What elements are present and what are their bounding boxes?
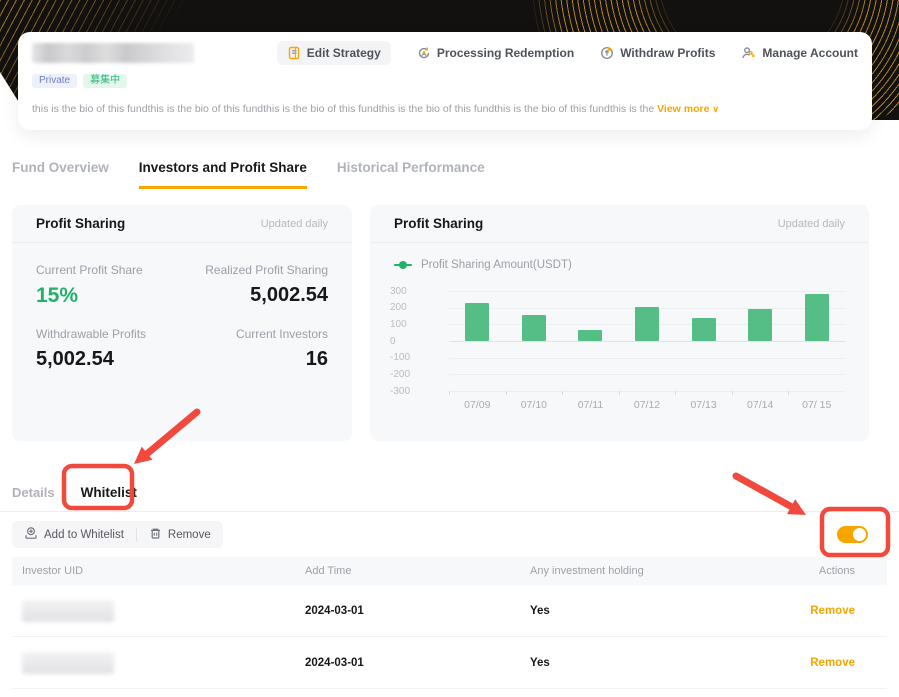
whitelist-visibility-toggle[interactable] xyxy=(837,526,868,543)
x-tick-label: 07/09 xyxy=(464,399,491,411)
investor-uid-redacted xyxy=(22,599,114,622)
processing-redemption-button[interactable]: Processing Redemption xyxy=(417,46,574,60)
add-to-whitelist-label: Add to Whitelist xyxy=(44,528,124,541)
toggle-knob xyxy=(853,528,866,541)
add-to-whitelist-icon xyxy=(24,526,38,543)
col-add-time: Add Time xyxy=(305,565,352,577)
recruiting-badge: 募集中 xyxy=(83,74,128,88)
x-tick-label: 07/11 xyxy=(577,399,604,411)
fund-badges: Private 募集中 xyxy=(32,74,858,88)
stat-realized-profit-sharing: Realized Profit Sharing 5,002.54 xyxy=(182,263,328,308)
bar-07-11 xyxy=(578,330,603,341)
y-tick-label: 200 xyxy=(390,302,407,314)
withdrawable-profits-value: 5,002.54 xyxy=(36,348,114,370)
fund-actions: Edit Strategy Processing Redemption With… xyxy=(276,41,858,65)
annotation-arrowhead-whitelist xyxy=(134,446,153,464)
manage-account-icon xyxy=(741,46,756,60)
profit-sharing-chart-card: Profit Sharing Updated daily Profit Shar… xyxy=(370,205,869,441)
view-more-link[interactable]: View more ∨ xyxy=(657,103,719,115)
edit-strategy-label: Edit Strategy xyxy=(306,46,381,60)
add-time-cell: 2024-03-01 xyxy=(305,656,364,669)
summary-card-title: Profit Sharing xyxy=(36,216,126,231)
bar-07-12 xyxy=(635,306,660,341)
toolbar-divider xyxy=(135,527,137,542)
withdraw-profits-button[interactable]: Withdraw Profits xyxy=(600,46,715,60)
remove-toolbar-label: Remove xyxy=(167,528,211,541)
tab-details[interactable]: Details xyxy=(12,485,55,500)
fund-header-card: Edit Strategy Processing Redemption With… xyxy=(18,32,872,130)
x-tick-label: 07/10 xyxy=(520,399,547,411)
whitelist-table: Investor UID Add Time Any investment hol… xyxy=(12,557,887,689)
chart-updated-label: Updated daily xyxy=(777,217,845,230)
fund-manager-page: Edit Strategy Processing Redemption With… xyxy=(0,0,899,697)
whitelist-tab[interactable]: Whitelist xyxy=(81,485,137,500)
col-any-investment-holding: Any investment holding xyxy=(530,565,644,577)
chart-legend: Profit Sharing Amount(USDT) xyxy=(394,259,845,271)
y-tick-label: 100 xyxy=(390,318,407,330)
edit-strategy-icon xyxy=(287,46,301,60)
profit-sharing-summary-card: Profit Sharing Updated daily Current Pro… xyxy=(12,205,352,441)
bar-07-14 xyxy=(748,308,773,341)
table-row: 2024-03-01 Yes Remove xyxy=(12,585,887,637)
processing-redemption-icon xyxy=(417,46,431,60)
stat-current-profit-share: Current Profit Share 15% xyxy=(36,263,182,308)
summary-updated-label: Updated daily xyxy=(260,217,328,230)
y-tick-label: 0 xyxy=(390,335,396,347)
row-remove-link[interactable]: Remove xyxy=(810,605,855,617)
table-header: Investor UID Add Time Any investment hol… xyxy=(12,557,887,585)
legend-label: Profit Sharing Amount(USDT) xyxy=(421,259,572,271)
manage-account-label: Manage Account xyxy=(762,46,858,60)
fund-bio-text: this is the bio of this fundthis is the … xyxy=(32,103,658,115)
chart-card-title: Profit Sharing xyxy=(394,216,484,231)
row-remove-link[interactable]: Remove xyxy=(810,657,855,669)
fund-bio: this is the bio of this fundthis is the … xyxy=(32,103,858,115)
x-tick-label: 07/12 xyxy=(633,399,661,411)
tab-fund-overview[interactable]: Fund Overview xyxy=(12,160,109,189)
investor-uid-redacted xyxy=(22,651,114,674)
col-investor-uid: Investor UID xyxy=(22,565,84,577)
x-tick-label: 07/13 xyxy=(690,399,717,411)
holding-cell: Yes xyxy=(530,656,550,669)
edit-strategy-button[interactable]: Edit Strategy xyxy=(276,41,391,65)
add-time-cell: 2024-03-01 xyxy=(305,604,364,617)
chart-y-axis: 300 200 100 0 -100 -200 -300 xyxy=(390,286,430,397)
y-tick-label: 300 xyxy=(390,285,407,297)
whitelist-toolbar: Add to Whitelist Remove xyxy=(12,521,223,548)
private-badge: Private xyxy=(32,74,78,88)
profit-sharing-bar-chart: 300 200 100 0 -100 -200 -300 07/09 07/10 07/11 07… xyxy=(390,286,845,417)
x-tick-label: 07/14 xyxy=(747,399,774,411)
stat-withdrawable-profits: Withdrawable Profits 5,002.54 xyxy=(36,327,182,371)
remove-button[interactable]: Remove xyxy=(149,527,211,543)
processing-redemption-label: Processing Redemption xyxy=(436,46,575,60)
bar-07-10 xyxy=(521,315,546,341)
legend-marker-icon xyxy=(394,261,412,269)
holding-cell: Yes xyxy=(530,604,550,617)
withdraw-profits-label: Withdraw Profits xyxy=(620,46,716,60)
chart-plot-area xyxy=(449,291,845,395)
bar-07--15 xyxy=(804,294,829,341)
bar-07-13 xyxy=(691,317,716,341)
main-tabs: Fund Overview Investors and Profit Share… xyxy=(12,160,485,189)
x-tick-label: 07/ 15 xyxy=(802,399,832,411)
y-tick-label: -300 xyxy=(390,385,411,397)
bar-07-09 xyxy=(465,302,490,341)
chevron-down-icon: ∨ xyxy=(712,104,719,114)
y-tick-label: -100 xyxy=(390,352,411,364)
add-to-whitelist-button[interactable]: Add to Whitelist xyxy=(24,526,124,543)
current-profit-share-value: 15% xyxy=(36,284,79,307)
chart-x-axis: 07/09 07/10 07/11 07/12 07/13 07/14 07/ 15 xyxy=(449,399,845,411)
withdraw-profits-icon xyxy=(600,46,614,60)
y-tick-label: -200 xyxy=(390,368,411,380)
current-investors-value: 16 xyxy=(305,348,328,370)
trash-icon xyxy=(149,527,162,543)
manage-account-button[interactable]: Manage Account xyxy=(741,46,858,60)
stat-current-investors: Current Investors 16 xyxy=(182,327,328,371)
tab-investors-and-profit-share[interactable]: Investors and Profit Share xyxy=(138,160,307,189)
fund-name-redacted xyxy=(32,43,194,63)
tab-historical-performance[interactable]: Historical Performance xyxy=(337,160,485,189)
detail-tabs: Details Whitelist xyxy=(0,474,899,512)
col-actions: Actions xyxy=(818,565,855,577)
table-row: 2024-03-01 Yes Remove xyxy=(12,637,887,689)
realized-profit-sharing-value: 5,002.54 xyxy=(250,284,328,306)
